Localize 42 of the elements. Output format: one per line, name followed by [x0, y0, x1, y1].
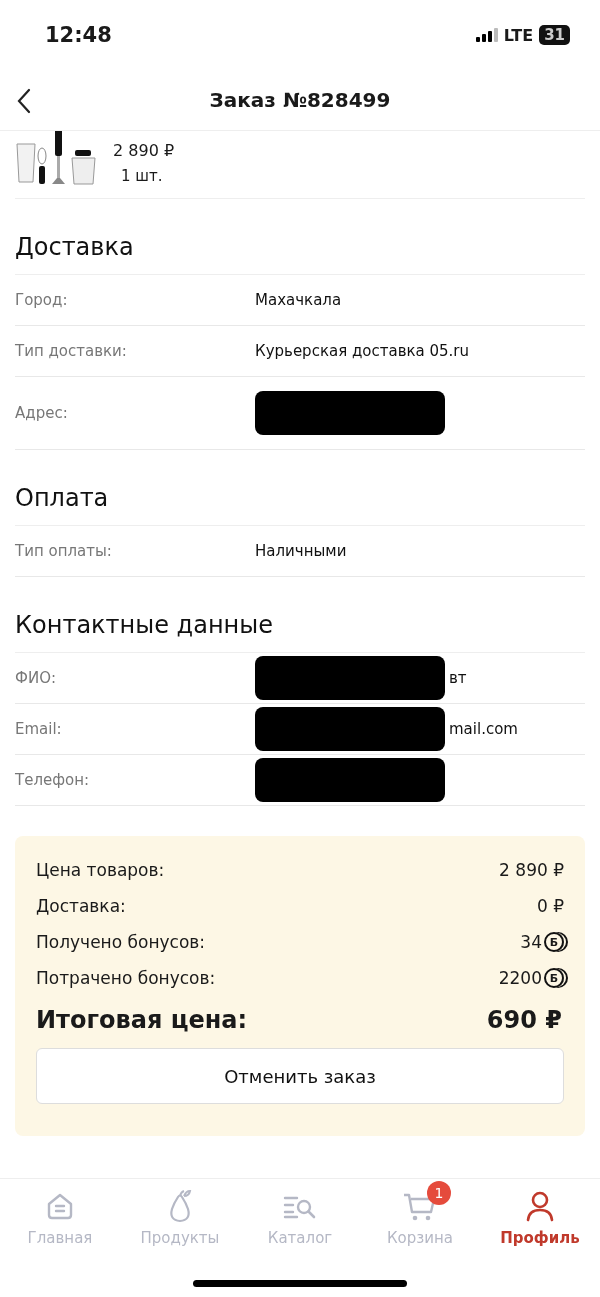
total-label: Итоговая цена: [36, 1006, 248, 1034]
summary-label: Потрачено бонусов: [36, 968, 216, 988]
field-label: ФИО: [15, 669, 57, 687]
field-value: вт [449, 669, 467, 687]
summary-value: 34 [520, 932, 542, 952]
section-heading: Контактные данные [15, 577, 585, 653]
field-label: Город: [15, 291, 69, 309]
tab-bar-item[interactable]: 1 Корзина [362, 1179, 478, 1262]
section-heading: Оплата [15, 450, 585, 526]
tab-bar-item[interactable]: Профиль [482, 1179, 598, 1262]
tab-bar-item[interactable]: Каталог [242, 1179, 358, 1262]
tab-bar-item[interactable]: Главная [2, 1179, 118, 1262]
summary-label: Доставка: [36, 896, 126, 916]
signal-icon [475, 28, 498, 42]
field-label: Email: [15, 720, 63, 738]
field-label: Телефон: [15, 771, 91, 789]
status-time: 12:48 [45, 23, 112, 47]
section-heading: Доставка [15, 199, 585, 275]
field-value: Махачкала [255, 291, 342, 309]
product-price: 2 890 ₽ [113, 140, 175, 162]
field-label: Тип оплаты: [15, 542, 113, 560]
summary-label: Цена товаров: [36, 860, 165, 880]
field-value: Курьерская доставка 05.ru [255, 342, 470, 360]
field-value: mail.com [449, 720, 518, 738]
summary-value: 2 890 ₽ [499, 860, 564, 880]
field-label: Адрес: [15, 404, 69, 422]
network-label: LTE [503, 25, 534, 45]
summary-value: 0 ₽ [536, 896, 564, 916]
battery-level: 31 [539, 25, 570, 45]
home-icon [45, 1191, 75, 1221]
summary-value: 2200 [498, 968, 542, 988]
tab-bar-item[interactable]: Продукты [122, 1179, 238, 1262]
profile-icon [525, 1190, 555, 1222]
back-icon[interactable] [17, 88, 31, 114]
field-label: Тип доставки: [15, 342, 128, 360]
field-value: Наличными [255, 542, 347, 560]
cancel-order-button[interactable]: Отменить заказ [36, 1048, 564, 1104]
total-value: 690 ₽ [486, 1006, 562, 1034]
cart-count-badge: 1 [427, 1181, 451, 1205]
product-quantity: 1 шт. [120, 166, 164, 187]
order-title: Заказ №828499 [209, 88, 391, 112]
summary-label: Получено бонусов: [36, 932, 206, 952]
